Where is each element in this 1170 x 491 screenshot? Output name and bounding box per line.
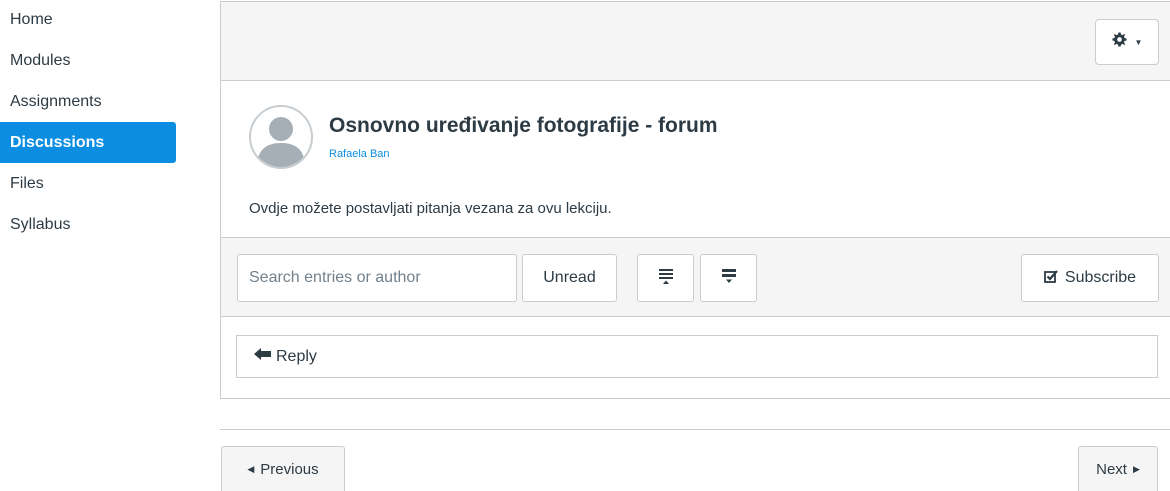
settings-menu-button[interactable]: ▼ [1095, 19, 1159, 65]
course-nav: Home Modules Assignments Discussions Fil… [0, 0, 176, 245]
caret-left-icon: ◀ [247, 463, 255, 474]
search-input[interactable] [237, 254, 517, 302]
nav-item-syllabus[interactable]: Syllabus [0, 204, 176, 245]
expand-threads-button[interactable] [700, 254, 757, 302]
discussion-header-bar: ▼ [221, 2, 1170, 81]
subscribe-button[interactable]: Subscribe [1021, 254, 1159, 302]
gear-icon [1112, 32, 1127, 52]
collapse-threads-button[interactable] [637, 254, 694, 302]
reply-area: Reply [221, 317, 1170, 397]
caret-right-icon: ▶ [1132, 463, 1140, 474]
discussion-panel: ▼ Osnovno uređivanje fotografije - forum… [220, 1, 1170, 399]
subscribe-label: Subscribe [1064, 269, 1137, 286]
topic-message: Ovdje možete postavljati pitanja vezana … [249, 200, 612, 217]
nav-item-assignments[interactable]: Assignments [0, 81, 176, 122]
nav-item-modules[interactable]: Modules [0, 40, 176, 81]
discussion-toolbar: Unread [221, 238, 1170, 317]
author-link[interactable]: Rafaela Ban [329, 148, 390, 160]
nav-item-files[interactable]: Files [0, 163, 176, 204]
previous-button[interactable]: ◀ Previous [221, 446, 345, 491]
reply-label: Reply [276, 347, 317, 365]
user-silhouette-icon [257, 117, 305, 167]
next-label: Next [1096, 460, 1127, 478]
reply-arrow-icon [254, 347, 272, 366]
unread-button[interactable]: Unread [522, 254, 617, 302]
reply-button[interactable]: Reply [236, 335, 1158, 378]
nav-item-discussions[interactable]: Discussions [0, 122, 176, 163]
next-button[interactable]: Next ▶ [1078, 446, 1158, 491]
avatar[interactable] [249, 105, 313, 169]
footer-divider [220, 429, 1170, 430]
nav-item-home[interactable]: Home [0, 0, 176, 40]
expand-icon [720, 267, 738, 290]
previous-label: Previous [260, 460, 319, 478]
discussion-topic: Osnovno uređivanje fotografije - forum R… [221, 81, 1170, 238]
checkbox-checked-icon [1044, 269, 1058, 288]
chevron-down-icon: ▼ [1134, 37, 1143, 47]
page-title: Osnovno uređivanje fotografije - forum [329, 114, 718, 137]
collapse-icon [657, 267, 675, 290]
